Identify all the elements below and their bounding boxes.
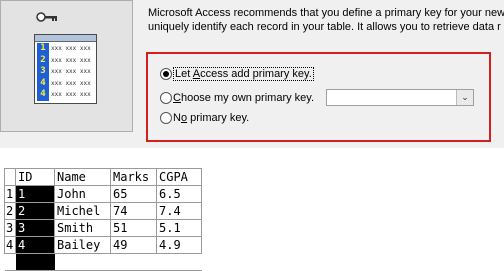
column-header-marks[interactable]: Marks — [110, 168, 157, 186]
option-choose-own-key[interactable]: Choose my own primary key. — [160, 90, 314, 106]
primary-key-field-dropdown[interactable]: ⌄ — [326, 89, 474, 106]
cell-marks[interactable]: 51 — [110, 219, 157, 237]
cell-cgpa[interactable]: 7.4 — [156, 202, 202, 220]
cell-name[interactable]: Michel — [54, 202, 111, 220]
table-row[interactable]: 2 2 Michel 74 7.4 — [4, 202, 202, 220]
row-number[interactable]: 2 — [4, 202, 16, 220]
cell-name[interactable]: Bailey — [54, 236, 111, 254]
cell-marks[interactable]: 49 — [110, 236, 157, 254]
option-no-primary-key[interactable]: No primary key. — [160, 110, 249, 126]
option-let-access-add-key[interactable]: Let Access add primary key. — [160, 66, 314, 82]
cell-id[interactable]: 1 — [15, 185, 55, 203]
row-number[interactable]: 3 — [4, 219, 16, 237]
table-grid-icon: 1 2 3 4 4 xxx xxx xxx xxx xxx xxx xxx xx… — [34, 34, 97, 104]
cell-cgpa[interactable]: 4.9 — [156, 236, 202, 254]
column-header-name[interactable]: Name — [54, 168, 111, 186]
row-number[interactable]: 1 — [4, 185, 16, 203]
option-label: Let Access add primary key. — [173, 67, 314, 81]
row-number[interactable]: 4 — [4, 236, 16, 254]
radio-button[interactable] — [160, 92, 172, 104]
wizard-description: Microsoft Access recommends that you def… — [148, 7, 504, 33]
row-selector-header — [4, 168, 16, 186]
primary-key-options-group: Let Access add primary key. Choose my ow… — [146, 52, 491, 142]
chevron-down-icon[interactable]: ⌄ — [456, 90, 473, 105]
table-row[interactable]: 3 3 Smith 51 5.1 — [4, 219, 202, 237]
column-header-cgpa[interactable]: CGPA — [156, 168, 202, 186]
cell-cgpa[interactable]: 5.1 — [156, 219, 202, 237]
table-row[interactable]: 4 4 Bailey 49 4.9 — [4, 236, 202, 254]
cell-id[interactable]: 4 — [15, 236, 55, 254]
wizard-panel: 1 2 3 4 4 xxx xxx xxx xxx xxx xxx xxx xx… — [0, 0, 504, 148]
table-header-row: ID Name Marks CGPA — [4, 168, 202, 186]
wizard-illustration: 1 2 3 4 4 xxx xxx xxx xxx xxx xxx xxx xx… — [0, 0, 133, 132]
column-header-id[interactable]: ID — [15, 168, 55, 186]
cell-marks[interactable]: 65 — [110, 185, 157, 203]
cell-id[interactable]: 3 — [15, 219, 55, 237]
radio-button[interactable] — [160, 112, 172, 124]
cell-id[interactable]: 2 — [15, 202, 55, 220]
radio-button-selected[interactable] — [160, 68, 172, 80]
cell-name[interactable]: Smith — [54, 219, 111, 237]
option-label: Choose my own primary key. — [173, 92, 315, 104]
cell-name[interactable]: John — [54, 185, 111, 203]
key-icon — [36, 12, 57, 22]
cell-cgpa[interactable]: 6.5 — [156, 185, 202, 203]
student-table: ID Name Marks CGPA 1 1 John 65 6.5 2 2 M… — [4, 168, 202, 271]
cell-marks[interactable]: 74 — [110, 202, 157, 220]
table-row[interactable]: 1 1 John 65 6.5 — [4, 185, 202, 203]
option-label: No primary key. — [173, 112, 250, 124]
